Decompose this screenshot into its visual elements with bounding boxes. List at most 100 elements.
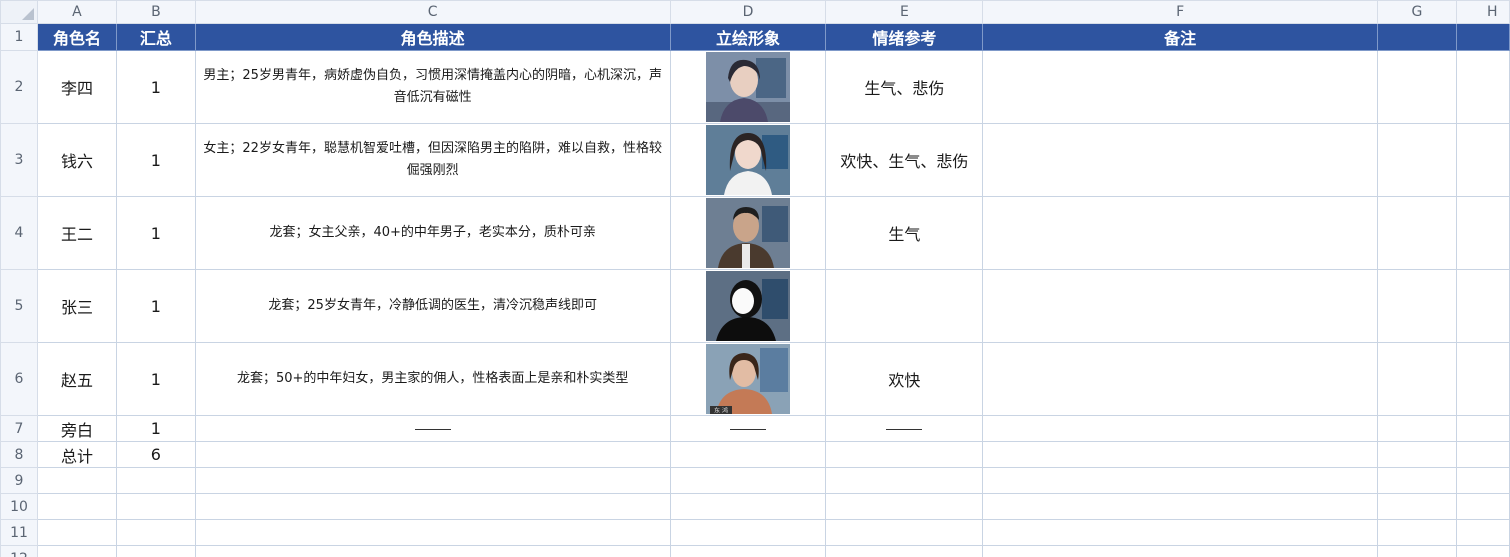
character-total-cell[interactable]: 1 xyxy=(115,196,196,270)
row-header-2[interactable]: 2 xyxy=(0,50,38,124)
row-header-4[interactable]: 4 xyxy=(0,196,38,270)
column-header-g[interactable]: G xyxy=(1377,0,1457,24)
row-header-9[interactable]: 9 xyxy=(0,467,38,494)
empty-cell[interactable] xyxy=(115,467,196,494)
empty-cell[interactable] xyxy=(1377,123,1457,197)
empty-cell[interactable] xyxy=(1455,415,1510,442)
empty-cell[interactable] xyxy=(36,545,117,557)
note-cell[interactable] xyxy=(982,269,1379,343)
empty-cell[interactable] xyxy=(1377,467,1457,494)
emotion-cell[interactable]: 生气 xyxy=(825,196,984,270)
portrait-female-young-image[interactable] xyxy=(705,125,790,195)
empty-cell[interactable] xyxy=(194,493,671,520)
empty-cell[interactable] xyxy=(1377,415,1457,442)
empty-cell[interactable] xyxy=(825,493,984,520)
portrait-cell[interactable] xyxy=(669,269,827,343)
row-header-10[interactable]: 10 xyxy=(0,493,38,520)
empty-cell[interactable] xyxy=(982,519,1379,546)
emotion-cell[interactable]: 欢快 xyxy=(825,342,984,416)
empty-cell[interactable] xyxy=(1377,342,1457,416)
narration-emotion-cell[interactable] xyxy=(825,415,984,442)
empty-cell[interactable] xyxy=(36,519,117,546)
header-cell-total[interactable]: 汇总 xyxy=(115,23,196,51)
empty-cell[interactable] xyxy=(825,519,984,546)
empty-cell[interactable] xyxy=(1377,519,1457,546)
column-header-h[interactable]: H xyxy=(1455,0,1510,24)
empty-cell[interactable] xyxy=(1377,545,1457,557)
empty-cell[interactable] xyxy=(669,467,827,494)
empty-cell[interactable] xyxy=(1377,269,1457,343)
column-header-d[interactable]: D xyxy=(669,0,827,24)
portrait-silhouette-image[interactable] xyxy=(705,271,790,341)
row-header-11[interactable]: 11 xyxy=(0,519,38,546)
row-header-3[interactable]: 3 xyxy=(0,123,38,197)
header-cell-g[interactable] xyxy=(1377,23,1457,51)
header-cell-note[interactable]: 备注 xyxy=(982,23,1379,51)
character-total-cell[interactable]: 1 xyxy=(115,342,196,416)
empty-cell[interactable] xyxy=(1455,519,1510,546)
empty-cell[interactable] xyxy=(1377,441,1457,468)
character-description-cell[interactable]: 龙套；50+的中年妇女，男主家的佣人，性格表面上是亲和朴实类型 xyxy=(194,342,671,416)
narration-name-cell[interactable]: 旁白 xyxy=(36,415,117,442)
character-description-cell[interactable]: 龙套；25岁女青年，冷静低调的医生，清冷沉稳声线即可 xyxy=(194,269,671,343)
emotion-cell[interactable]: 欢快、生气、悲伤 xyxy=(825,123,984,197)
portrait-male-middle-aged-image[interactable] xyxy=(705,198,790,268)
empty-cell[interactable] xyxy=(1377,493,1457,520)
note-cell[interactable] xyxy=(982,196,1379,270)
empty-cell[interactable] xyxy=(1455,50,1510,124)
portrait-cell[interactable] xyxy=(669,50,827,124)
emotion-cell[interactable] xyxy=(825,269,984,343)
portrait-female-middle-aged-image[interactable]: 东 鸿 xyxy=(705,344,790,414)
empty-cell[interactable] xyxy=(1455,196,1510,270)
row-header-12[interactable]: 12 xyxy=(0,545,38,557)
character-name-cell[interactable]: 李四 xyxy=(36,50,117,124)
character-total-cell[interactable]: 1 xyxy=(115,50,196,124)
empty-cell[interactable] xyxy=(1455,269,1510,343)
row-header-8[interactable]: 8 xyxy=(0,441,38,468)
empty-cell[interactable] xyxy=(1455,342,1510,416)
column-header-a[interactable]: A xyxy=(36,0,117,24)
empty-cell[interactable] xyxy=(982,493,1379,520)
select-all-corner[interactable] xyxy=(0,0,38,24)
empty-cell[interactable] xyxy=(825,545,984,557)
empty-cell[interactable] xyxy=(115,519,196,546)
empty-cell[interactable] xyxy=(36,493,117,520)
empty-cell[interactable] xyxy=(669,493,827,520)
empty-cell[interactable] xyxy=(1377,50,1457,124)
portrait-male-young-image[interactable] xyxy=(705,52,790,122)
empty-cell[interactable] xyxy=(982,545,1379,557)
character-description-cell[interactable]: 男主；25岁男青年，病娇虚伪自负，习惯用深情掩盖内心的阴暗，心机深沉，声音低沉有… xyxy=(194,50,671,124)
empty-cell[interactable] xyxy=(115,545,196,557)
empty-cell[interactable] xyxy=(1455,493,1510,520)
empty-cell[interactable] xyxy=(194,441,671,468)
emotion-cell[interactable]: 生气、悲伤 xyxy=(825,50,984,124)
empty-cell[interactable] xyxy=(669,519,827,546)
empty-cell[interactable] xyxy=(36,467,117,494)
character-name-cell[interactable]: 赵五 xyxy=(36,342,117,416)
narration-description-cell[interactable] xyxy=(194,415,671,442)
empty-cell[interactable] xyxy=(669,545,827,557)
character-name-cell[interactable]: 张三 xyxy=(36,269,117,343)
character-description-cell[interactable]: 女主；22岁女青年，聪慧机智爱吐槽，但因深陷男主的陷阱，难以自救，性格较倔强刚烈 xyxy=(194,123,671,197)
note-cell[interactable] xyxy=(982,415,1379,442)
narration-total-cell[interactable]: 1 xyxy=(115,415,196,442)
narration-portrait-cell[interactable] xyxy=(669,415,827,442)
empty-cell[interactable] xyxy=(194,519,671,546)
sum-total-cell[interactable]: 6 xyxy=(115,441,196,468)
header-cell-h[interactable] xyxy=(1455,23,1510,51)
empty-cell[interactable] xyxy=(194,545,671,557)
empty-cell[interactable] xyxy=(1455,467,1510,494)
note-cell[interactable] xyxy=(982,123,1379,197)
header-cell-description[interactable]: 角色描述 xyxy=(194,23,671,51)
empty-cell[interactable] xyxy=(982,467,1379,494)
column-header-f[interactable]: F xyxy=(982,0,1379,24)
character-name-cell[interactable]: 钱六 xyxy=(36,123,117,197)
portrait-cell[interactable]: 东 鸿 xyxy=(669,342,827,416)
character-name-cell[interactable]: 王二 xyxy=(36,196,117,270)
row-header-6[interactable]: 6 xyxy=(0,342,38,416)
note-cell[interactable] xyxy=(982,50,1379,124)
row-header-7[interactable]: 7 xyxy=(0,415,38,442)
empty-cell[interactable] xyxy=(982,441,1379,468)
column-header-e[interactable]: E xyxy=(825,0,984,24)
portrait-cell[interactable] xyxy=(669,196,827,270)
